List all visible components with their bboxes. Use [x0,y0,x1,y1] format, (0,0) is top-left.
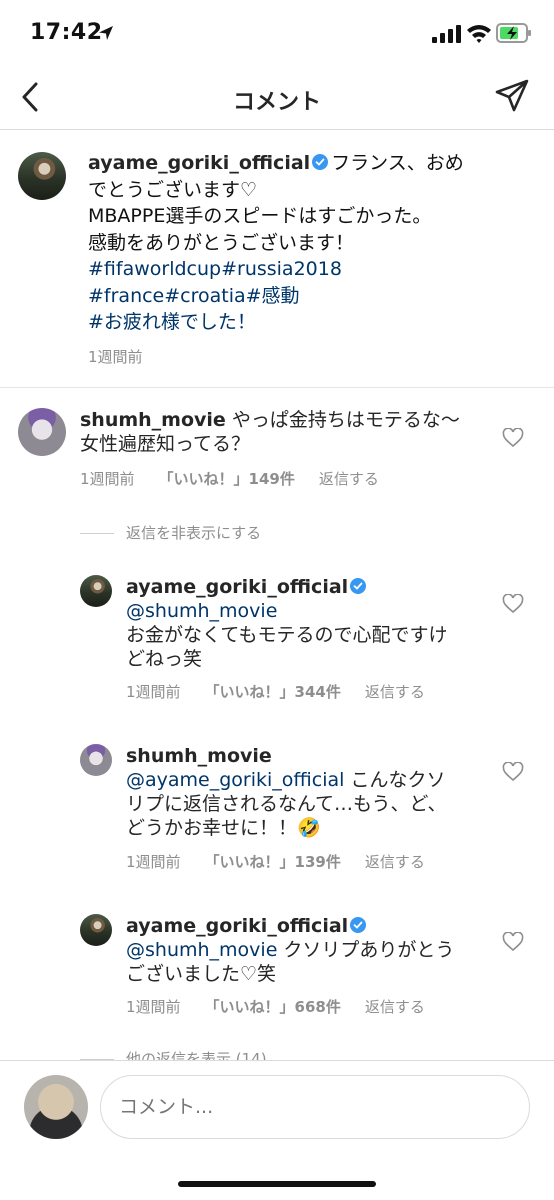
reply-timestamp: 1週間前 [126,853,181,871]
caption-line-1: フランス、おめ [331,152,464,174]
reply-username[interactable]: ayame_goriki_official [126,915,348,937]
like-heart-icon[interactable] [502,762,524,782]
reply-reply-button[interactable]: 返信する [365,998,425,1016]
reply-mention[interactable]: @ayame_goriki_official [126,769,344,791]
nav-header: コメント [0,66,554,130]
reply-line-1: クソリプありがとう [277,939,455,961]
caption-hashtags-2[interactable]: #france#croatia#感動 [88,283,528,310]
comment-line-1: やっぱ金持ちはモテるな〜 [231,409,460,431]
reply-mention[interactable]: @shumh_movie [126,600,277,622]
reply-line-2: ございました♡笑 [126,963,277,985]
reply-username[interactable]: ayame_goriki_official [126,576,348,598]
reply-timestamp: 1週間前 [126,683,181,701]
toggle-line [80,533,114,534]
reply-likes[interactable]: 「いいね！」668件 [205,998,341,1016]
home-indicator [178,1181,376,1187]
reply-line-2: リプに返信されるなんて…もう、ど、 [126,793,447,815]
comment-meta: 1週間前 「いいね！」149件 返信する [80,468,403,489]
comment-timestamp: 1週間前 [80,470,135,488]
reply-line-3: どねっ笑 [126,648,203,670]
verified-badge-icon [350,578,367,594]
reply-line-3: どうかお幸せに！！🤣 [126,817,321,839]
send-direct-icon[interactable] [494,78,530,114]
hide-replies-label: 返信を非表示にする [126,524,262,542]
verified-badge-icon [312,154,329,170]
location-arrow-icon [99,26,113,40]
reply-timestamp: 1週間前 [126,998,181,1016]
page-title: コメント [232,90,321,115]
caption-timestamp: 1週間前 [88,348,143,366]
reply-mention[interactable]: @shumh_movie [126,939,277,961]
reply-line-1: こんなクソ [344,769,446,791]
caption-avatar[interactable] [18,152,66,200]
reply-avatar[interactable] [80,744,112,776]
caption-hashtags-1[interactable]: #fifaworldcup#russia2018 [88,256,528,283]
caption-line-2: でとうございます♡ [88,178,258,201]
reply-reply-button[interactable]: 返信する [365,853,425,871]
status-time: 17:42 [30,20,103,45]
caption-text: ayame_goriki_official フランス、おめ でとうございます♡ M… [88,150,528,336]
reply-reply-button[interactable]: 返信する [365,683,425,701]
reply-meta: 1週間前 「いいね！」139件 返信する [126,851,449,872]
reply-username[interactable]: shumh_movie [126,745,272,767]
reply-likes[interactable]: 「いいね！」139件 [205,853,341,871]
comment-line-2: 女性遍歴知ってる？ [80,433,251,455]
caption-username[interactable]: ayame_goriki_official [88,152,310,174]
like-heart-icon[interactable] [502,932,524,952]
reply-likes[interactable]: 「いいね！」344件 [205,683,341,701]
reply-avatar[interactable] [80,914,112,946]
battery-charging-icon [496,23,531,43]
like-heart-icon[interactable] [502,428,524,448]
reply-text: ayame_goriki_official @shumh_movie クソリプあ… [126,914,496,986]
comment-username[interactable]: shumh_movie [80,409,226,431]
caption-hashtags-3[interactable]: #お疲れ様でした！ [88,309,528,336]
caption-line-3: MBAPPE選手のスピードはすごかった。 [88,205,432,227]
like-heart-icon[interactable] [502,594,524,614]
hide-replies-toggle[interactable]: 返信を非表示にする [80,522,261,543]
wifi-icon [467,25,491,43]
reply-avatar[interactable] [80,575,112,607]
comment-reply-button[interactable]: 返信する [319,470,379,488]
reply-line-2: お金がなくてもモテるので心配ですけ [126,624,448,646]
comment-composer [0,1060,554,1200]
reply-text: ayame_goriki_official @shumh_movie お金がなく… [126,575,496,671]
comment-likes[interactable]: 「いいね！」149件 [159,470,295,488]
caption-line-4: 感動をありがとうございます！ [88,231,355,254]
my-avatar [24,1075,88,1139]
cellular-signal-icon [432,25,461,43]
status-bar: 17:42 [0,0,554,66]
verified-badge-icon [350,917,367,933]
comment-input[interactable] [100,1075,530,1139]
comment-text: shumh_movie やっぱ金持ちはモテるな〜 女性遍歴知ってる？ [80,408,500,456]
reply-text: shumh_movie @ayame_goriki_official こんなクソ… [126,744,496,840]
reply-meta: 1週間前 「いいね！」668件 返信する [126,996,449,1017]
caption-divider [0,387,554,388]
reply-meta: 1週間前 「いいね！」344件 返信する [126,681,449,702]
comment-avatar[interactable] [18,408,66,456]
